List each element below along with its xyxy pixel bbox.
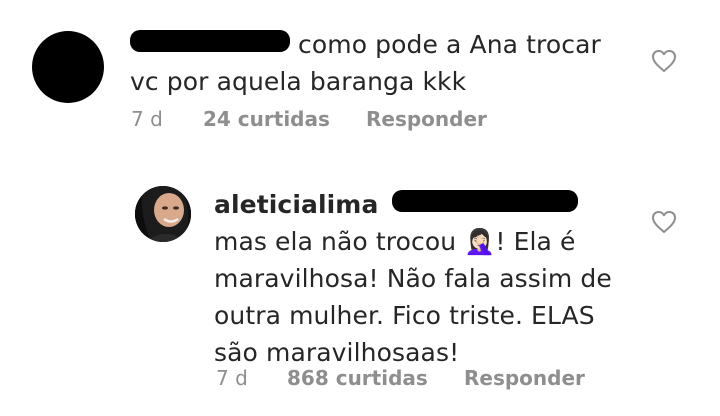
- reply-button[interactable]: Responder: [366, 107, 487, 131]
- comment-2: aleticialima mas ela não trocou 🤦🏻‍♀️! E…: [0, 160, 720, 416]
- comment-time: 7 d: [216, 366, 248, 390]
- heart-outline-icon[interactable]: [651, 49, 677, 73]
- comment-text-line1: como pode a Ana trocar: [298, 30, 601, 59]
- comment-body: aleticialima mas ela não trocou 🤦🏻‍♀️! E…: [214, 186, 612, 371]
- profile-photo-icon: [135, 186, 191, 242]
- comment-text-line4: são maravilhosaas!: [214, 338, 460, 367]
- comment-meta: 7 d 24 curtidas Responder: [131, 106, 487, 132]
- comment-text-line1: mas ela não trocou 🤦🏻‍♀️! Ela é: [214, 227, 576, 256]
- commenter-avatar[interactable]: [32, 31, 104, 103]
- redacted-mention[interactable]: [392, 190, 579, 212]
- likes-count[interactable]: 868 curtidas: [287, 366, 464, 390]
- commenter-avatar[interactable]: [135, 186, 191, 242]
- comment-1: como pode a Ana trocar vc por aquela bar…: [0, 0, 720, 160]
- comment-line: vc por aquela baranga kkk: [130, 63, 601, 100]
- comment-line: como pode a Ana trocar: [130, 26, 601, 63]
- comment-body: como pode a Ana trocar vc por aquela bar…: [130, 26, 601, 100]
- comment-text-line2: vc por aquela baranga kkk: [130, 67, 467, 96]
- heart-outline-icon[interactable]: [651, 210, 677, 234]
- comment-text-line2: maravilhosa! Não fala assim de: [214, 264, 612, 293]
- comment-time: 7 d: [131, 107, 163, 131]
- comment-line: outra mulher. Fico triste. ELAS: [214, 297, 612, 334]
- comment-line: maravilhosa! Não fala assim de: [214, 260, 612, 297]
- comment-text-line3: outra mulher. Fico triste. ELAS: [214, 301, 595, 330]
- comment-line: mas ela não trocou 🤦🏻‍♀️! Ela é: [214, 223, 612, 260]
- comment-username[interactable]: aleticialima: [214, 190, 378, 219]
- comment-meta: 7 d 868 curtidas Responder: [216, 365, 585, 391]
- reply-button[interactable]: Responder: [464, 366, 585, 390]
- comment-line: aleticialima: [214, 186, 612, 223]
- redacted-username[interactable]: [130, 30, 290, 52]
- likes-count[interactable]: 24 curtidas: [203, 107, 366, 131]
